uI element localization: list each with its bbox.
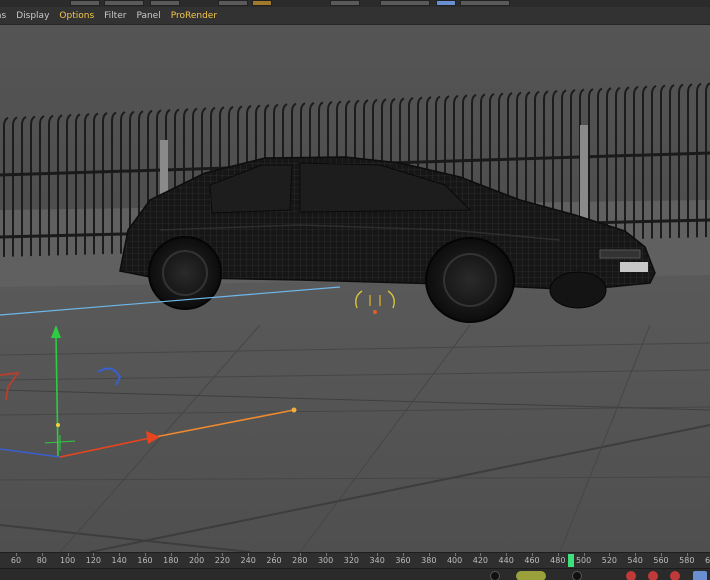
timeline-playhead[interactable] [567,554,574,567]
menu-item-filter[interactable]: Filter [99,11,131,21]
car-plate [620,262,648,272]
timeline-tick-label: 360 [395,556,411,565]
timeline-tick-label: 260 [266,556,282,565]
car-far-wheel [549,271,607,309]
timeline-tick-label: 240 [240,556,256,565]
keyframe-button[interactable] [648,571,658,580]
timeline-tick-label: 580 [679,556,695,565]
gizmo-center[interactable] [56,423,60,427]
timeline-tick-label: 60 [10,556,22,565]
timeline-tick-label: 460 [524,556,540,565]
timeline-tick-label: 160 [137,556,153,565]
timeline-tick-label: 280 [292,556,308,565]
timeline-tick-label: 480 [550,556,566,565]
timeline-tick-label: 80 [36,556,47,565]
toolbar-button[interactable] [70,0,100,6]
viewport-floor [0,255,710,552]
menu-item-panel[interactable]: Panel [131,11,165,21]
toolbar-button[interactable] [380,0,430,6]
playback-controls [0,568,710,580]
timeline-tick-label: 140 [111,556,127,565]
timeline-tick-label: 180 [163,556,179,565]
car-headlight [599,249,641,259]
timeline-tick-label: 560 [653,556,669,565]
top-toolbar [0,0,710,7]
stop-button[interactable] [572,571,582,580]
settings-button[interactable] [693,571,707,580]
timeline-tick-label: 220 [214,556,231,565]
timeline-tick-label: 540 [627,556,643,565]
keyframe-button[interactable] [626,571,636,580]
toolbar-button[interactable] [218,0,248,6]
car-front-wheel [425,237,515,323]
timeline-ruler[interactable]: 60 80 100 120 140 160 180 200 220 240 260 280 300 320… [0,552,710,569]
keyframe-button[interactable] [670,571,680,580]
toolbar-button[interactable] [104,0,144,6]
timeline-tick-label: 120 [85,556,102,565]
menu-item-prorender[interactable]: ProRender [166,11,222,21]
timeline-tick-label: 320 [343,556,360,565]
toolbar-button[interactable] [436,0,456,6]
menu-item-cameras[interactable]: as [0,11,11,21]
menu-item-display[interactable]: Display [11,11,54,21]
3d-viewport[interactable] [0,25,710,552]
timeline-tick-label: 340 [369,556,385,565]
cinema4d-window: as Display Options Filter Panel ProRende… [0,0,710,580]
toolbar-button[interactable] [252,0,272,6]
play-button[interactable] [516,571,546,580]
toolbar-button[interactable] [460,0,510,6]
timeline-tick-label: 500 [575,556,592,565]
timeline-tick-label: 420 [472,556,489,565]
menu-item-options[interactable]: Options [54,11,99,21]
timeline-tick-label: 400 [446,556,463,565]
timeline-tick-label: 100 [59,556,76,565]
toolbar-button[interactable] [330,0,360,6]
toolbar-button[interactable] [150,0,180,6]
timeline-tick-label: 440 [498,556,514,565]
timeline-tick-label: 200 [188,556,205,565]
timeline-tick-label: 300 [317,556,334,565]
record-button[interactable] [490,571,500,580]
timeline-tick-label: 380 [421,556,437,565]
timeline-tick-label: 600 [704,556,710,565]
x-axis-handle[interactable] [291,407,297,413]
timeline-tick-label: 520 [601,556,618,565]
viewport-menu-bar: as Display Options Filter Panel ProRende… [0,7,710,25]
